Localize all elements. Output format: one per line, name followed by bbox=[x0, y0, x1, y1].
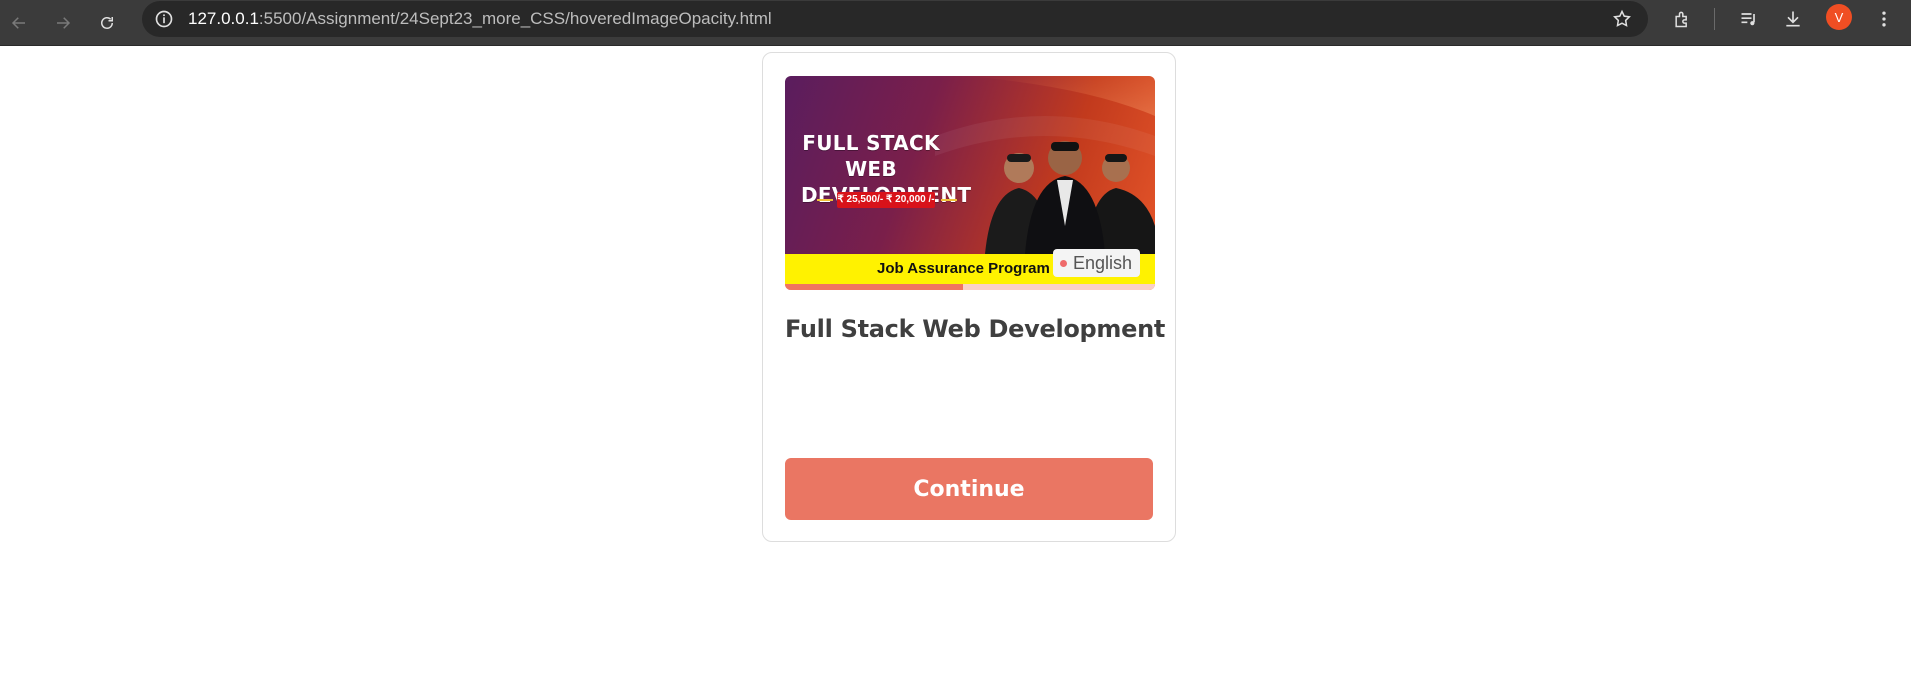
url-path: :5500/Assignment/24Sept23_more_CSS/hover… bbox=[258, 9, 772, 28]
more-menu-button[interactable] bbox=[1869, 4, 1899, 34]
browser-toolbar: 127.0.0.1:5500/Assignment/24Sept23_more_… bbox=[0, 0, 1911, 46]
language-label: English bbox=[1073, 253, 1133, 273]
bookmark-star-icon bbox=[1613, 9, 1631, 27]
reload-icon bbox=[101, 17, 113, 29]
price-decor-line-left bbox=[817, 199, 833, 201]
back-button[interactable] bbox=[4, 8, 34, 38]
download-icon bbox=[1786, 11, 1800, 27]
price-decor-line-right bbox=[941, 199, 957, 201]
language-dot-icon bbox=[1060, 260, 1067, 267]
url-text[interactable]: 127.0.0.1:5500/Assignment/24Sept23_more_… bbox=[188, 9, 772, 29]
downloads-button[interactable] bbox=[1778, 4, 1808, 34]
reading-list-button[interactable] bbox=[1734, 4, 1764, 34]
reading-list-icon bbox=[1741, 13, 1755, 26]
back-arrow-icon bbox=[11, 17, 25, 29]
course-progress-bar bbox=[785, 284, 1155, 290]
forward-arrow-icon bbox=[57, 17, 71, 29]
bookmark-button[interactable] bbox=[1610, 7, 1634, 31]
url-host: 127.0.0.1 bbox=[188, 9, 259, 28]
price-tag: ₹ 25,500/- ₹ 20,000 /- bbox=[837, 192, 935, 208]
language-badge: English bbox=[1053, 249, 1141, 277]
banner-title-line1: FULL STACK bbox=[802, 131, 940, 155]
profile-avatar[interactable]: V bbox=[1826, 4, 1852, 30]
site-info-icon bbox=[155, 10, 173, 28]
extensions-icon bbox=[1675, 11, 1687, 28]
banner-strip-text: Job Assurance Program bbox=[877, 260, 1050, 277]
toolbar-separator bbox=[1714, 8, 1715, 30]
instructor-figure-center bbox=[1025, 141, 1105, 254]
site-info-button[interactable] bbox=[150, 5, 178, 33]
continue-button[interactable]: Continue bbox=[785, 458, 1153, 520]
course-title: Full Stack Web Development bbox=[785, 315, 1166, 343]
course-progress-fill bbox=[785, 284, 963, 290]
course-card[interactable]: FULL STACK WEB DEVELOPMENT ₹ 25,500/- ₹ … bbox=[762, 52, 1176, 542]
extensions-button[interactable] bbox=[1667, 4, 1697, 34]
reload-button[interactable] bbox=[92, 8, 122, 38]
address-bar[interactable]: 127.0.0.1:5500/Assignment/24Sept23_more_… bbox=[142, 1, 1648, 37]
course-banner-image[interactable]: FULL STACK WEB DEVELOPMENT ₹ 25,500/- ₹ … bbox=[785, 76, 1155, 290]
forward-button[interactable] bbox=[48, 8, 78, 38]
more-menu-icon bbox=[1882, 11, 1886, 27]
